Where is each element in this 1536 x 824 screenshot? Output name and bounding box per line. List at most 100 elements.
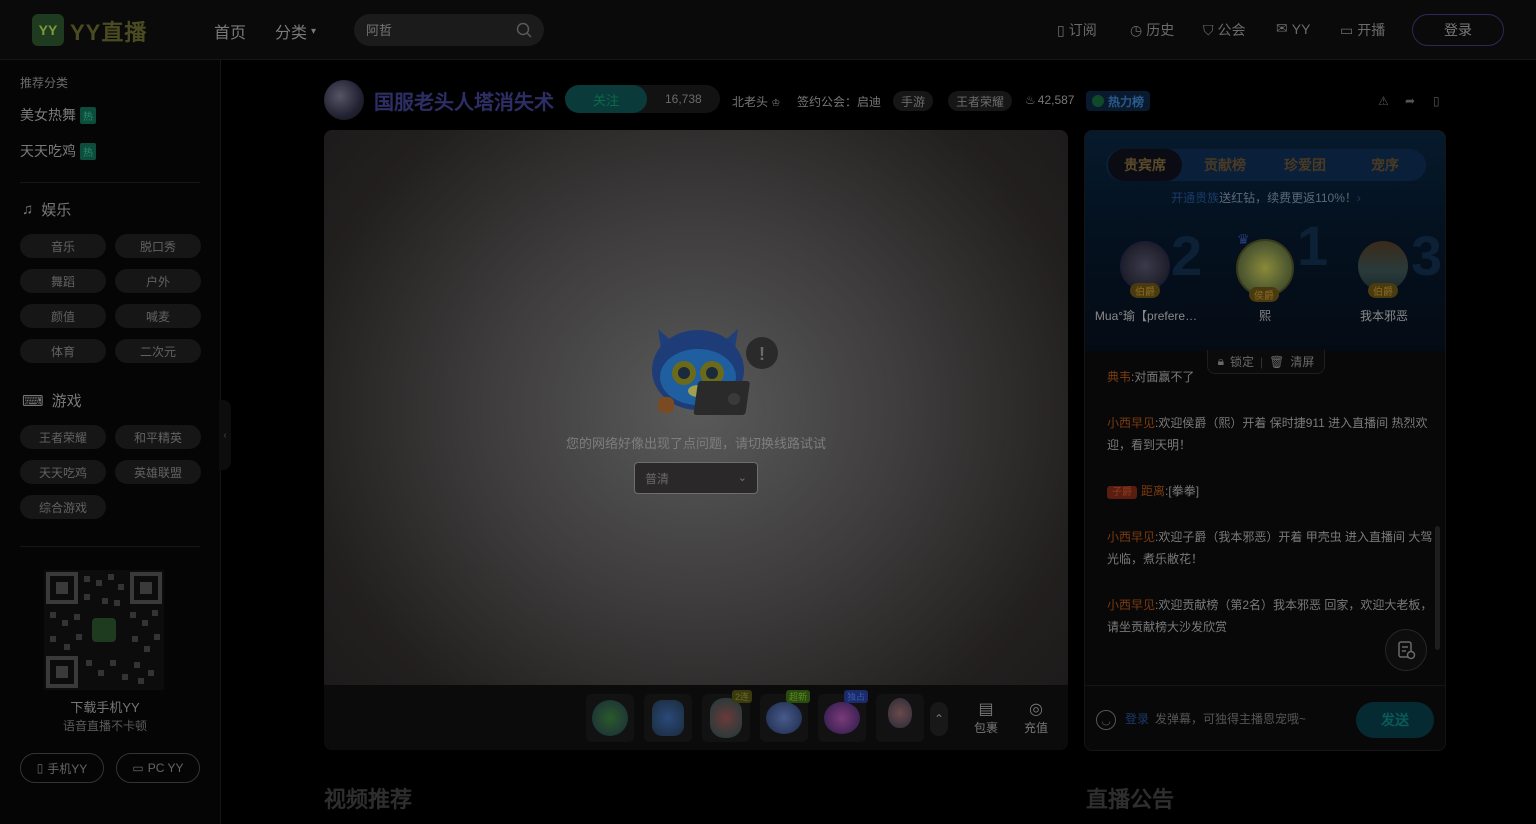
tab-fan-club[interactable]: 珍爱团 (1266, 149, 1344, 181)
subscribe-icon: ▯ (1057, 21, 1065, 38)
nav-home[interactable]: 首页 (214, 19, 246, 43)
chip-sports[interactable]: 体育 (20, 339, 106, 363)
subscribe-link[interactable]: ▯ 订阅 (1057, 20, 1097, 40)
chat-settings-button[interactable] (1385, 629, 1427, 671)
tag-honor-of-kings[interactable]: 王者荣耀 (948, 91, 1013, 111)
rank-number: 1 (1297, 214, 1329, 277)
rec-item-1[interactable]: 天天吃鸡 热 (20, 141, 96, 161)
chip-chicken[interactable]: 天天吃鸡 (20, 460, 106, 484)
rec-item-0[interactable]: 美女热舞 热 (20, 105, 96, 125)
guild-info[interactable]: 签约公会：启迪 (797, 93, 881, 110)
coin-icon: ◎ (1029, 701, 1043, 718)
chip-music[interactable]: 音乐 (20, 234, 106, 258)
chat-message: 小西早见:欢迎子爵（我本邪恶）开着 甲壳虫 进入直播间 大驾光临，煮乐敝花！ (1107, 530, 1433, 566)
chip-talkshow[interactable]: 脱口秀 (115, 234, 201, 258)
network-error-message: 您的网络好像出现了点问题，请切换线路试试 (565, 436, 826, 451)
nav-category-label: 分类 (275, 25, 308, 42)
chat-nick[interactable]: 典韦 (1107, 370, 1131, 384)
gift-item[interactable] (644, 694, 692, 742)
rank-name[interactable]: 我本邪恶 (1329, 307, 1439, 324)
chip-shout[interactable]: 喊麦 (115, 304, 201, 328)
entertainment-section-title: ♫ 娱乐 (22, 199, 71, 220)
recharge-button[interactable]: ◎ 充值 (1016, 699, 1056, 736)
emoji-icon[interactable]: ◡ (1096, 710, 1116, 730)
error-mascot-icon: ! (652, 329, 778, 415)
chip-pubgm[interactable]: 和平精英 (115, 425, 201, 449)
chip-dance[interactable]: 舞蹈 (20, 269, 106, 293)
follow-button[interactable]: 关注 (565, 85, 647, 113)
game-label: 游戏 (51, 393, 82, 410)
share-icon[interactable]: ➦ (1405, 94, 1415, 108)
search-input[interactable] (366, 20, 506, 40)
mobile-icon[interactable]: ▯ (1433, 94, 1440, 108)
vip-tip: 开通贵族送红钻，续费更返110%！› (1085, 189, 1445, 206)
mobile-yy-button[interactable]: ▯ 手机YY (20, 753, 104, 783)
history-link[interactable]: ◷ 历史 (1130, 20, 1174, 40)
yy-link[interactable]: ✉ YY (1276, 20, 1310, 37)
start-live-link[interactable]: ▭ 开播 (1340, 20, 1385, 40)
chip-lol[interactable]: 英雄联盟 (115, 460, 201, 484)
panel-tabs: 贵宾席 贡献榜 珍爱团 宠序 (1106, 149, 1426, 181)
guild-link[interactable]: ⛉ 公会 (1203, 20, 1246, 40)
chat-login-link[interactable]: 登录 (1125, 712, 1149, 726)
login-button[interactable]: 登录 (1412, 14, 1504, 46)
chat-nick[interactable]: 小西早见 (1107, 416, 1155, 430)
room-title: 国服老头人塔消失术 (374, 92, 554, 114)
chip-acg[interactable]: 二次元 (115, 339, 201, 363)
chat-nick[interactable]: 距离 (1141, 484, 1165, 498)
rank-tag: 子爵 (1107, 486, 1137, 499)
anchor-name[interactable]: 北老头 ♔ (732, 93, 780, 110)
tab-contribution[interactable]: 贡献榜 (1186, 149, 1264, 181)
gift-item[interactable] (586, 694, 634, 742)
fire-icon: ♨ (1025, 93, 1036, 107)
noble-title-badge: 伯爵 (1130, 283, 1160, 298)
sidebar-collapse-toggle[interactable]: ‹ (219, 400, 231, 470)
rec-item-label: 美女热舞 (20, 107, 76, 123)
top-header: YY YY直播 首页 分类 ▾ ▯订阅 ◷历史 ⛉公会 ✉YY ▭开播 登录 (0, 0, 1536, 60)
gift-badge: 2连 (731, 690, 752, 703)
noble-title-badge: 侯爵 (1249, 287, 1279, 302)
pc-yy-button[interactable]: ▭ PC YY (116, 753, 200, 783)
send-button[interactable]: 发送 (1356, 702, 1434, 738)
tag-mobile-game[interactable]: 手游 (893, 91, 934, 111)
search-icon[interactable] (516, 22, 532, 38)
tab-vip-seats[interactable]: 贵宾席 (1108, 149, 1182, 181)
chip-general[interactable]: 综合游戏 (20, 495, 106, 519)
video-player[interactable]: ! 您的网络好像出现了点问题，请切换线路试试 普清 ⌄ 2连 超新 独占 ⌃ ▤ (324, 130, 1068, 750)
gift-item[interactable]: 超新 (760, 690, 810, 742)
chat-placeholder: 发弹幕，可独得主播恩宠哦~ (1155, 712, 1307, 726)
tab-guard[interactable]: 宠序 (1346, 149, 1424, 181)
rank-name[interactable]: 熙 (1210, 307, 1320, 324)
gift-item[interactable]: 2连 (702, 690, 752, 742)
chevron-left-icon: ‹ (223, 429, 227, 441)
hot-badge: 热 (80, 106, 96, 124)
chat-nick[interactable]: 小西早见 (1107, 530, 1155, 544)
line-select[interactable]: 普清 ⌄ (634, 462, 758, 494)
chip-looks[interactable]: 颜值 (20, 304, 106, 328)
yy-logo-icon[interactable]: YY (32, 14, 64, 46)
gift-badge: 独占 (843, 690, 868, 703)
warning-icon[interactable]: ⚠ (1378, 94, 1389, 108)
gift-item[interactable] (876, 694, 924, 742)
rank-name[interactable]: Mua°瑜【prefere… (1091, 307, 1201, 324)
crown-icon: ♛ (1237, 231, 1250, 247)
vip-open-link[interactable]: 开通贵族 (1171, 191, 1219, 205)
chat-input[interactable]: 登录 发弹幕，可独得主播恩宠哦~ (1125, 710, 1345, 730)
vip-tip-text: 送红钻，续费更返110%！ (1219, 191, 1357, 205)
anchor-avatar[interactable] (324, 80, 364, 120)
chip-outdoor[interactable]: 户外 (115, 269, 201, 293)
gift-item[interactable]: 独占 (818, 690, 868, 742)
recommend-label: 推荐分类 (20, 76, 69, 90)
svg-text:!: ! (759, 344, 765, 364)
search-box (354, 14, 544, 46)
logo-text[interactable]: YY直播 (70, 15, 147, 47)
nav-category[interactable]: 分类 ▾ (275, 19, 316, 43)
more-gifts-button[interactable]: ⌃ (930, 702, 948, 736)
bag-button[interactable]: ▤ 包裹 (966, 699, 1006, 736)
glove-icon (652, 700, 684, 736)
heat-rank-badge[interactable]: 热力榜 (1086, 91, 1151, 111)
chip-honor[interactable]: 王者荣耀 (20, 425, 106, 449)
chat-scrollbar[interactable] (1435, 526, 1440, 650)
mail-icon: ✉ (1276, 20, 1288, 36)
chat-nick[interactable]: 小西早见 (1107, 598, 1155, 612)
